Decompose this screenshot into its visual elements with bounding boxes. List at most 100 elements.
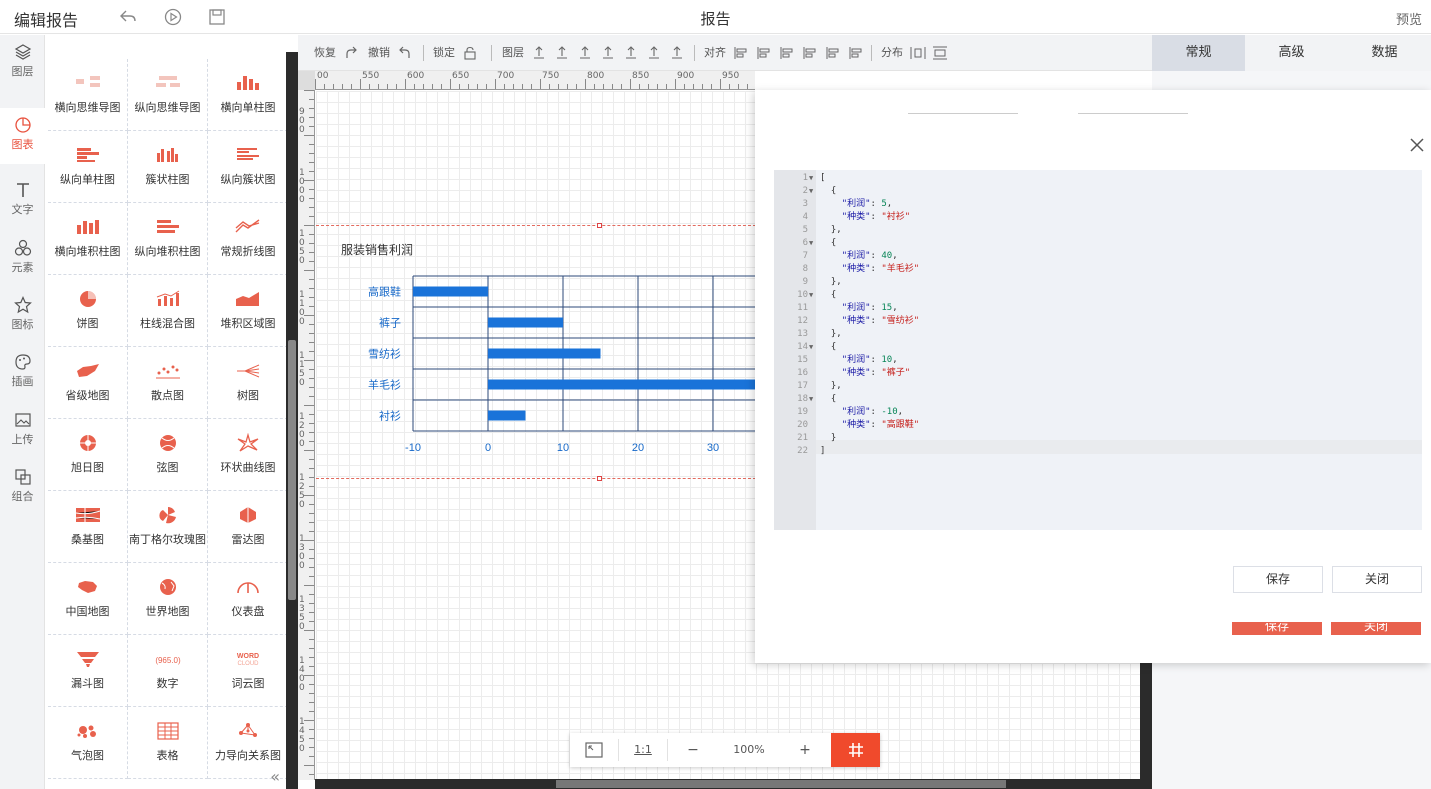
chart-type-icon <box>237 582 259 594</box>
tab-advanced[interactable]: 高级 <box>1245 35 1338 71</box>
chart-type-item[interactable]: 散点图 <box>128 347 208 419</box>
ruler-tick <box>309 621 314 622</box>
chart-type-icon <box>158 507 176 524</box>
sidebar-item-star[interactable]: 图标 <box>0 288 45 344</box>
chart-type-item[interactable]: 世界地图 <box>128 563 208 635</box>
panel-close-button[interactable]: 关闭 <box>1331 622 1421 635</box>
ruler-label: 850 <box>632 71 650 81</box>
ruler-tick <box>324 84 325 89</box>
code-line: "种类": "衬衫" <box>841 212 911 222</box>
sidebar-item-layers[interactable]: 图层 <box>0 35 45 91</box>
ruler-tick <box>540 79 541 89</box>
json-code-editor[interactable]: 1 ▼ 2 ▼ 3 4 5 6 ▼ 7 8 9 10 ▼ 11 12 13 14 ▼ 15 16 17 18 ▼ 19 20 21 2… <box>774 170 1422 530</box>
save-button[interactable]: 保存 <box>1233 566 1323 593</box>
resize-handle-bottom[interactable] <box>597 476 602 481</box>
line-number: 18 <box>797 394 808 404</box>
sidebar-item-combine[interactable]: 组合 <box>0 460 45 516</box>
double-chevron-left-icon[interactable]: « <box>270 767 280 786</box>
fold-arrow-icon[interactable]: ▼ <box>809 289 813 302</box>
chart-type-icon <box>75 508 100 522</box>
delete-layer-icon <box>649 46 659 59</box>
sidebar-item-palette[interactable]: 插画 <box>0 345 45 401</box>
bar-chart: 高跟鞋裤子雪纺衫羊毛衫衬衫 -10 0 10 20 30 <box>368 275 756 454</box>
chart-type-item[interactable]: 常规折线图 <box>208 203 286 275</box>
grid-toggle-button[interactable] <box>831 733 880 767</box>
fold-arrow-icon[interactable]: ▼ <box>809 172 813 185</box>
chart-type-item[interactable]: 弦图 <box>128 419 208 491</box>
chart-type-item[interactable]: 漏斗图 <box>48 635 128 707</box>
chart-type-item[interactable]: 环状曲线图 <box>208 419 286 491</box>
sidebar-item-chart-pie[interactable]: 图表 <box>0 108 45 164</box>
chart-type-item[interactable]: 纵向堆积柱图 <box>128 203 208 275</box>
chart-type-item[interactable]: 桑基图 <box>48 491 128 563</box>
line-number: 14 <box>797 342 808 352</box>
group-layers-icon <box>534 46 544 59</box>
fold-arrow-icon[interactable]: ▼ <box>809 393 813 406</box>
fold-arrow-icon[interactable]: ▼ <box>809 341 813 354</box>
chart-type-label: 旭日图 <box>71 461 104 474</box>
ruler-tick <box>309 342 314 343</box>
chart-type-item[interactable]: 纵向思维导图 <box>128 59 208 131</box>
fold-arrow-icon[interactable]: ▼ <box>809 185 813 198</box>
chart-type-item[interactable]: 饼图 <box>48 275 128 347</box>
line-number: 11 <box>797 303 808 313</box>
lock-button[interactable]: 锁定 <box>433 45 476 61</box>
ruler-tick <box>702 84 703 89</box>
text-icon <box>16 183 29 197</box>
chart-type-item[interactable]: 纵向簇状图 <box>208 131 286 203</box>
chart-type-item[interactable]: 堆积区域图 <box>208 275 286 347</box>
sidebar-item-label: 插画 <box>11 375 34 388</box>
chart-type-item[interactable]: 柱线混合图 <box>128 275 208 347</box>
sidebar-item-shapes[interactable]: 元素 <box>0 231 45 287</box>
chart-category-label: 雪纺衫 <box>368 347 401 361</box>
chart-type-item[interactable]: (965.0) 数字 <box>128 635 208 707</box>
fit-screen-button[interactable] <box>570 733 617 767</box>
chart-title: 服装销售利润 <box>341 243 414 257</box>
chart-type-item[interactable]: 横向思维导图 <box>48 59 128 131</box>
resize-handle-top[interactable] <box>597 223 602 228</box>
tab-general[interactable]: 常规 <box>1152 35 1245 71</box>
undo-button[interactable]: 撤销 <box>368 45 410 61</box>
sidebar-item-text[interactable]: 文字 <box>0 173 45 229</box>
chart-type-item[interactable]: 南丁格尔玫瑰图 <box>128 491 208 563</box>
close-button[interactable]: 关闭 <box>1332 566 1422 593</box>
redo-button[interactable]: 恢复 <box>314 45 357 61</box>
ruler-tick <box>309 108 314 109</box>
ruler-tick <box>333 84 334 89</box>
preview-button[interactable]: 预览 <box>1396 9 1422 28</box>
line-number: 5 <box>802 225 808 235</box>
fold-arrow-icon[interactable]: ▼ <box>809 237 813 250</box>
sidebar-item-label: 上传 <box>11 433 34 446</box>
zoom-out-button[interactable]: − <box>670 733 716 767</box>
ruler-tick <box>309 531 314 532</box>
panel-save-button[interactable]: 保存 <box>1232 622 1322 635</box>
chart-type-item[interactable]: 旭日图 <box>48 419 128 491</box>
chart-type-item[interactable]: 纵向单柱图 <box>48 131 128 203</box>
chart-type-item[interactable]: 仪表盘 <box>208 563 286 635</box>
chart-type-item[interactable]: 省级地图 <box>48 347 128 419</box>
collapse-panel[interactable]: « <box>45 767 286 789</box>
code-line: "种类": "雪纺衫" <box>841 316 920 326</box>
zoom-in-button[interactable]: + <box>782 733 828 767</box>
tab-data[interactable]: 数据 <box>1338 35 1431 71</box>
chart-type-label: 弦图 <box>156 461 179 474</box>
chart-type-item[interactable]: 树图 <box>208 347 286 419</box>
horizontal-scrollbar-thumb[interactable] <box>556 780 1006 788</box>
chart-type-item[interactable]: 横向堆积柱图 <box>48 203 128 275</box>
actual-size-button[interactable]: 1:1 <box>620 733 666 767</box>
close-icon[interactable] <box>1409 137 1425 153</box>
palette-icon <box>14 354 31 370</box>
ruler-tick <box>567 84 568 89</box>
chart-type-item[interactable]: 簇状柱图 <box>128 131 208 203</box>
zoom-divider <box>667 739 668 761</box>
chart-type-icon <box>239 723 257 737</box>
panel-scrollbar-thumb[interactable] <box>288 340 296 600</box>
ruler-tick <box>309 171 314 172</box>
chart-type-item[interactable]: 横向单柱图 <box>208 59 286 131</box>
chart-type-item[interactable]: WORD CLOUD 词云图 <box>208 635 286 707</box>
chart-type-item[interactable]: 中国地图 <box>48 563 128 635</box>
ruler-label: 1350 <box>299 595 305 632</box>
document-title: 报告 <box>700 10 731 28</box>
sidebar-item-upload-image[interactable]: 上传 <box>0 403 45 459</box>
chart-type-item[interactable]: 雷达图 <box>208 491 286 563</box>
